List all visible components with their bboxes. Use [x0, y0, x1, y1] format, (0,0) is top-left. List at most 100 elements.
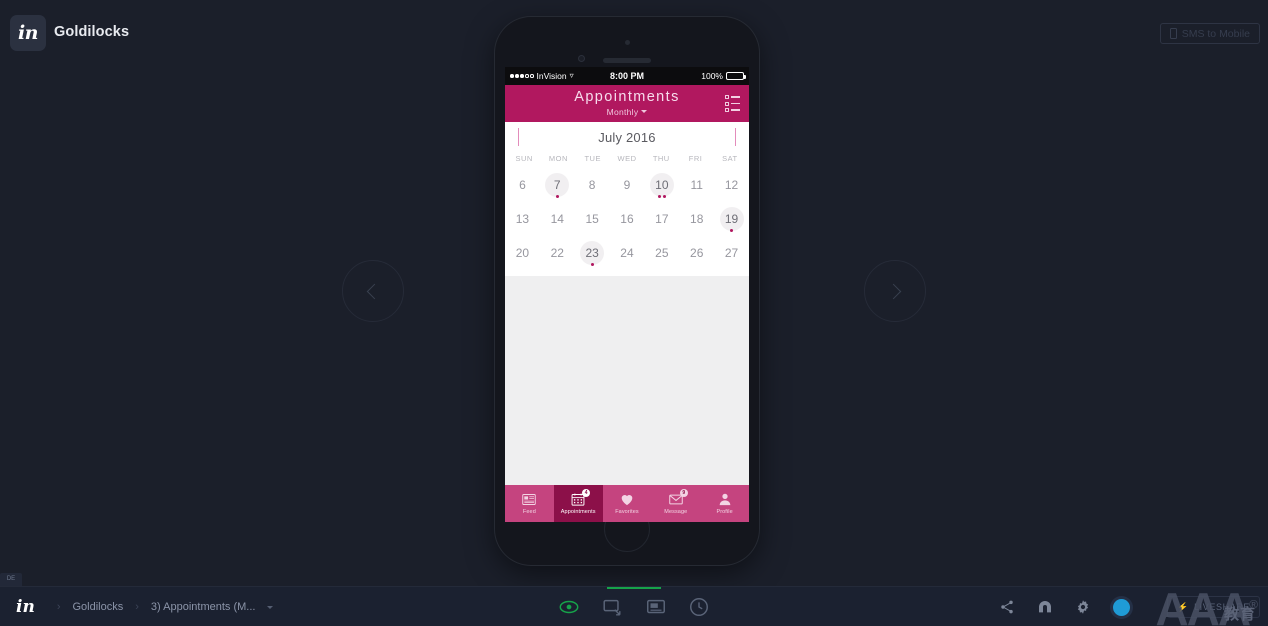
calendar-day-26[interactable]: 26 [679, 236, 714, 270]
calendar-day-number: 18 [690, 212, 704, 226]
invision-home-icon[interactable]: in [6, 597, 45, 617]
envelope-icon: 9 [668, 489, 688, 507]
previous-screen-button[interactable] [342, 260, 404, 322]
breadcrumb-project[interactable]: Goldilocks [73, 601, 124, 613]
weekday-thu: THU [652, 154, 670, 163]
calendar-day-9[interactable]: 9 [610, 168, 645, 202]
view-mode-selector[interactable]: Monthly [607, 107, 648, 117]
calendar-day-number: 8 [588, 178, 596, 192]
weekday-mon: MON [548, 154, 568, 163]
calendar-panel: July 2016 SUN MON TUE WED THU FRI SAT 6 7 8 9 10 11… [505, 122, 749, 276]
previous-month-button[interactable] [518, 127, 519, 147]
phone-sensor-icon [578, 55, 585, 62]
calendar-day-18[interactable]: 18 [679, 202, 714, 236]
event-dots [714, 229, 749, 232]
calendar-day-14[interactable]: 14 [540, 202, 575, 236]
app-header: Appointments Monthly [505, 85, 749, 122]
calendar-day-19[interactable]: 19 [714, 202, 749, 236]
breadcrumb-screen[interactable]: 3) Appointments (M... [151, 601, 256, 613]
tab-badge: 4 [582, 489, 591, 497]
calendar-day-10[interactable]: 10 [644, 168, 679, 202]
active-mode-indicator [607, 587, 661, 589]
tab-profile[interactable]: Profile [700, 485, 749, 522]
chevron-down-icon[interactable] [267, 605, 274, 609]
liveshare-button[interactable]: ⚡ LIVESHARE [1167, 596, 1260, 618]
calendar-day-number: 9 [623, 178, 631, 192]
month-label: July 2016 [598, 130, 656, 145]
calendar-week-row: 20 22 23 24 25 26 27 [505, 236, 749, 270]
user-avatar[interactable] [1113, 598, 1130, 616]
calendar-week-row: 13 14 15 16 17 18 19 [505, 202, 749, 236]
calendar-day-11[interactable]: 11 [679, 168, 714, 202]
history-mode-button[interactable] [688, 596, 710, 618]
calendar-day-15[interactable]: 15 [575, 202, 610, 236]
view-mode-label: Monthly [606, 106, 639, 117]
breadcrumb-separator-1: › [56, 601, 61, 613]
calendar-day-23[interactable]: 23 [575, 236, 610, 270]
tab-message[interactable]: 9 Message [651, 485, 700, 522]
phone-device-frame: InVision ▿ 8:00 PM 100% Appointments Mon… [495, 17, 759, 565]
phone-speaker-icon [603, 58, 651, 63]
chevron-right-icon [734, 127, 736, 146]
invision-logo-icon: in [17, 22, 39, 44]
preview-mode-button[interactable] [558, 596, 580, 618]
calendar-day-22[interactable]: 22 [540, 236, 575, 270]
lightning-icon: ⚡ [1177, 601, 1190, 612]
project-title: Goldilocks [54, 24, 130, 40]
tab-favorites[interactable]: Favorites [603, 485, 652, 522]
appointments-empty-area [505, 276, 749, 458]
agenda-list-icon[interactable] [724, 95, 740, 112]
calendar-day-16[interactable]: 16 [610, 202, 645, 236]
weekday-sun: SUN [515, 154, 533, 163]
breadcrumb: in › Goldilocks › 3) Appointments (M... [6, 587, 274, 626]
calendar-day-6[interactable]: 6 [505, 168, 540, 202]
heart-icon [619, 492, 635, 507]
calendar-day-8[interactable]: 8 [575, 168, 610, 202]
calendar-day-number: 12 [724, 178, 739, 192]
invision-logo-badge[interactable]: in [10, 15, 46, 51]
calendar-day-number: 26 [690, 246, 704, 260]
calendar-day-13[interactable]: 13 [505, 202, 540, 236]
calendar-day-17[interactable]: 17 [644, 202, 679, 236]
inspect-mode-button[interactable] [601, 596, 623, 618]
phone-camera-icon [624, 40, 630, 45]
feed-icon [521, 492, 537, 507]
event-dots [575, 263, 610, 266]
calendar-day-number: 6 [519, 178, 526, 192]
tab-label: Profile [716, 509, 733, 515]
person-icon [717, 492, 733, 507]
calendar-day-12[interactable]: 12 [714, 168, 749, 202]
calendar-day-number: 13 [515, 212, 530, 226]
calendar-day-24[interactable]: 24 [610, 236, 645, 270]
tab-label: Feed [522, 509, 536, 515]
next-month-button[interactable] [734, 127, 736, 147]
phone-screen: InVision ▿ 8:00 PM 100% Appointments Mon… [505, 67, 749, 522]
bottom-tab-bar: Feed 4 Appointments Favorites 9 Message Profil… [505, 485, 749, 522]
arch-icon[interactable] [1037, 599, 1053, 615]
calendar-day-25[interactable]: 25 [644, 236, 679, 270]
battery-percent-label: 100% [701, 71, 723, 81]
collapsed-panel-tab[interactable]: DE [0, 573, 22, 586]
calendar-day-27[interactable]: 27 [714, 236, 749, 270]
tab-appointments[interactable]: 4 Appointments [553, 485, 603, 522]
mobile-phone-icon [1169, 28, 1177, 39]
event-dots [644, 195, 679, 198]
calendar-day-number: 22 [550, 246, 564, 260]
weekday-sat: SAT [722, 154, 738, 163]
calendar-day-number: 25 [655, 246, 669, 260]
bottom-toolbar: in › Goldilocks › 3) Appointments (M... [0, 586, 1268, 626]
tab-feed[interactable]: Feed [505, 485, 554, 522]
weekday-tue: TUE [584, 154, 601, 163]
tab-label: Message [664, 509, 688, 515]
gear-icon[interactable] [1075, 599, 1091, 615]
calendar-day-20[interactable]: 20 [505, 236, 540, 270]
comment-mode-button[interactable] [645, 596, 667, 618]
sms-to-mobile-button[interactable]: SMS to Mobile [1159, 23, 1260, 44]
chevron-left-icon [518, 127, 519, 146]
next-screen-button[interactable] [864, 260, 926, 322]
ios-status-bar: InVision ▿ 8:00 PM 100% [505, 67, 749, 85]
share-icon[interactable] [999, 599, 1015, 615]
calendar-day-7[interactable]: 7 [540, 168, 575, 202]
calendar-day-number: 7 [545, 173, 570, 197]
battery-icon [726, 72, 746, 80]
